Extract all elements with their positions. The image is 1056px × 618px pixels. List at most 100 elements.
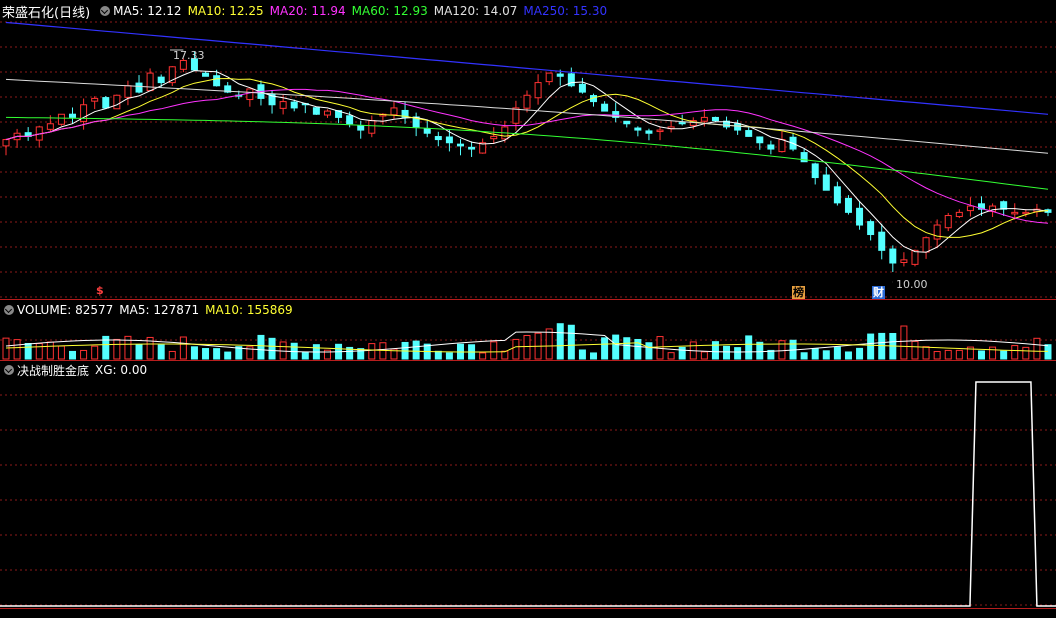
candle-body <box>601 103 609 112</box>
volume-bar <box>490 341 498 360</box>
candle-body <box>911 249 919 265</box>
volume-bar <box>989 346 997 360</box>
candle-body <box>1000 201 1008 210</box>
event-marker-finance[interactable]: 财 <box>872 286 885 299</box>
volume-bar <box>157 344 165 360</box>
volume-bar <box>46 341 54 360</box>
candle-body <box>46 123 54 130</box>
candle-body <box>102 97 110 109</box>
candle-body <box>445 136 453 144</box>
volume-bar <box>734 347 742 360</box>
volume-bar <box>623 337 631 360</box>
candle-body <box>745 130 753 137</box>
volume-bar <box>567 324 575 360</box>
candle-body <box>966 205 974 212</box>
volume-bar <box>179 336 187 360</box>
volume-bar <box>1022 346 1030 360</box>
volume-bar <box>667 352 675 360</box>
volume-bar <box>944 349 952 360</box>
candle-body <box>822 174 830 191</box>
xg-signal-line <box>0 381 1056 607</box>
volume-bar <box>357 348 365 360</box>
volume-bar <box>279 341 287 360</box>
candle-body <box>833 186 841 204</box>
volume-bar <box>13 339 21 360</box>
candle-body <box>146 72 154 92</box>
volume-bar <box>2 337 10 360</box>
volume-bar <box>1000 350 1008 360</box>
candle-body <box>756 136 764 144</box>
candle-body <box>545 72 553 83</box>
volume-bar <box>80 349 88 360</box>
candle-body <box>534 82 542 99</box>
volume-bar <box>1033 337 1041 360</box>
candle-body <box>889 248 897 264</box>
volume-bar <box>756 341 764 360</box>
candle-body <box>357 125 365 131</box>
candle-body <box>113 94 121 110</box>
candle-body <box>523 94 531 109</box>
candle-body <box>91 97 99 102</box>
volume-bar <box>135 344 143 360</box>
candle-body <box>346 115 354 125</box>
volume-bar <box>512 338 520 360</box>
event-marker-dollar[interactable]: $ <box>95 284 105 297</box>
volume-bar <box>911 340 919 360</box>
volume-bar <box>745 335 753 360</box>
volume-bar <box>578 349 586 360</box>
volume-bar <box>479 352 487 360</box>
candle-body <box>734 123 742 131</box>
volume-bar <box>711 341 719 360</box>
volume-bar <box>955 349 963 360</box>
candle-body <box>246 88 254 101</box>
volume-bar <box>856 347 864 360</box>
candle-body <box>135 82 143 93</box>
event-marker-rank[interactable]: 榜 <box>792 286 805 299</box>
volume-bar <box>822 350 830 360</box>
volume-bar <box>434 350 442 360</box>
candle-body <box>323 110 331 116</box>
volume-bar <box>412 340 420 360</box>
low-price-label: 10.00 <box>896 278 928 291</box>
volume-bar <box>700 351 708 360</box>
volume-bar <box>368 343 376 360</box>
volume-bar <box>213 348 221 360</box>
volume-bar <box>501 350 509 360</box>
candle-body <box>69 113 77 118</box>
volume-bar <box>833 346 841 360</box>
volume-bar <box>69 350 77 360</box>
volume-bar <box>878 332 886 360</box>
candle-body <box>468 146 476 150</box>
candle-body <box>856 207 864 226</box>
volume-bar <box>844 351 852 360</box>
ma60-line <box>5 116 1049 190</box>
volume-bar <box>523 335 531 360</box>
volume-bar <box>933 351 941 360</box>
candle-body <box>955 211 963 218</box>
volume-bar <box>168 350 176 360</box>
candle-body <box>944 215 952 229</box>
candle-body <box>423 128 431 134</box>
volume-bar <box>612 334 620 360</box>
candle-body <box>567 73 575 87</box>
candle-body <box>157 76 165 84</box>
candle-body <box>556 73 564 77</box>
candle-body <box>922 237 930 253</box>
kline-chart[interactable] <box>0 0 1056 618</box>
candle-body <box>700 116 708 122</box>
candle-body <box>490 135 498 140</box>
volume-bar <box>811 348 819 360</box>
candle-body <box>2 139 10 147</box>
candle-body <box>213 75 221 87</box>
volume-bar <box>1011 345 1019 360</box>
candle-body <box>390 107 398 116</box>
high-price-label: 17.33 <box>173 49 205 62</box>
volume-bar <box>545 328 553 360</box>
volume-bar <box>24 343 32 360</box>
candle-body <box>512 107 520 124</box>
volume-bar <box>723 345 731 360</box>
candle-body <box>634 127 642 131</box>
volume-bar <box>778 340 786 360</box>
candle-body <box>456 143 464 147</box>
volume-bar <box>202 348 210 360</box>
